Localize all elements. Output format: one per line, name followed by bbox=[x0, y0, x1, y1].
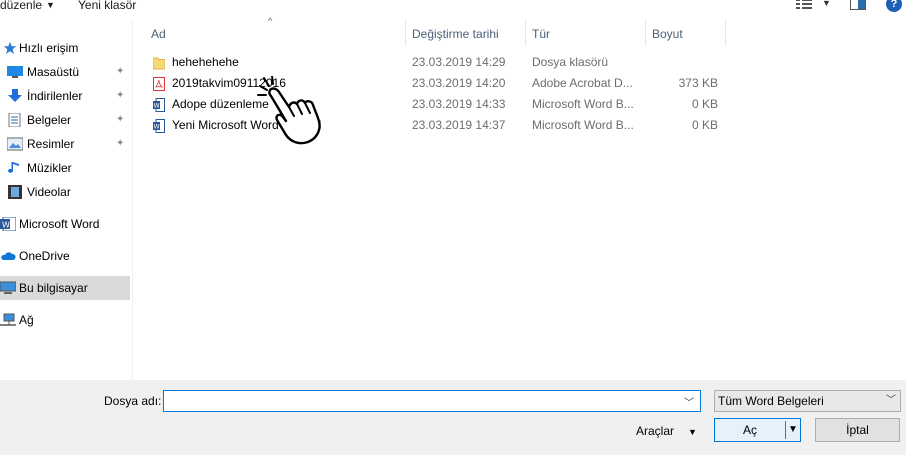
filename-input[interactable] bbox=[163, 390, 701, 412]
nav-item-label: Masaüstü bbox=[27, 65, 80, 79]
column-separator[interactable] bbox=[645, 20, 646, 46]
pin-icon[interactable]: ✦ bbox=[116, 84, 124, 108]
pin-icon[interactable]: ✦ bbox=[116, 132, 124, 156]
file-row[interactable]: hehehehehe 23.03.2019 14:29 Dosya klasör… bbox=[147, 52, 727, 73]
caret-down-icon: ▼ bbox=[688, 427, 697, 437]
view-list-icon bbox=[796, 0, 812, 9]
file-date: 23.03.2019 14:20 bbox=[412, 76, 506, 90]
tools-menu-button[interactable]: Araçlar ▼ bbox=[636, 424, 697, 438]
file-row[interactable]: W Yeni Microsoft Word Belgesi 23.03.2019… bbox=[147, 115, 727, 136]
svg-text:W: W bbox=[154, 103, 160, 110]
column-header-size[interactable]: Boyut bbox=[652, 20, 683, 46]
chevron-down-icon: ﹀ bbox=[886, 395, 896, 406]
nav-item-label: Microsoft Word bbox=[19, 217, 100, 231]
nav-item-label: İndirilenler bbox=[27, 89, 83, 103]
nav-item-this-pc[interactable]: Bu bilgisayar bbox=[0, 276, 130, 300]
file-type: Microsoft Word B... bbox=[532, 118, 634, 132]
dialog-footer: Dosya adı: ﹀ Tüm Word Belgeleri ﹀ Araçla… bbox=[0, 380, 906, 455]
open-label: Aç bbox=[742, 423, 757, 437]
pin-icon[interactable]: ✦ bbox=[116, 108, 124, 132]
nav-item-microsoft-word[interactable]: W Microsoft Word bbox=[0, 212, 130, 236]
file-date: 23.03.2019 14:37 bbox=[412, 118, 506, 132]
nav-item-downloads[interactable]: İndirilenler ✦ bbox=[0, 84, 130, 108]
nav-item-documents[interactable]: Belgeler ✦ bbox=[0, 108, 130, 132]
new-folder-button[interactable]: Yeni klasör bbox=[78, 0, 136, 12]
nav-item-label: Müzikler bbox=[27, 161, 72, 175]
nav-item-label: Bu bilgisayar bbox=[19, 281, 88, 295]
change-view-button[interactable]: ▼ bbox=[796, 0, 832, 12]
open-button[interactable]: Aç ▼ bbox=[714, 418, 801, 442]
nav-item-onedrive[interactable]: OneDrive bbox=[0, 244, 130, 268]
desktop-icon bbox=[7, 66, 23, 78]
pictures-icon bbox=[7, 137, 23, 151]
word-doc-icon: W bbox=[153, 98, 165, 112]
split-divider bbox=[785, 421, 786, 439]
nav-item-label: Videolar bbox=[27, 185, 71, 199]
file-type-filter-value: Tüm Word Belgeleri bbox=[718, 394, 824, 408]
file-size: 0 KB bbox=[691, 118, 718, 132]
column-header-type[interactable]: Tür bbox=[532, 20, 550, 46]
file-date: 23.03.2019 14:29 bbox=[412, 55, 506, 69]
file-type: Adobe Acrobat D... bbox=[532, 76, 633, 90]
pin-icon[interactable]: ✦ bbox=[116, 60, 124, 84]
file-type: Microsoft Word B... bbox=[532, 97, 634, 111]
folder-icon bbox=[153, 57, 165, 70]
column-separator[interactable] bbox=[525, 20, 526, 46]
nav-item-music[interactable]: Müzikler bbox=[0, 156, 130, 180]
music-icon bbox=[8, 162, 19, 173]
nav-item-label: Ağ bbox=[19, 313, 34, 327]
chevron-down-icon: ▼ bbox=[46, 0, 55, 10]
navigation-pane: Hızlı erişim Masaüstü ✦ İndirilenler ✦ B… bbox=[0, 20, 133, 380]
file-type-filter-select[interactable]: Tüm Word Belgeleri ﹀ bbox=[714, 390, 901, 412]
documents-icon bbox=[8, 113, 21, 127]
nav-item-label: Hızlı erişim bbox=[19, 41, 79, 55]
chevron-down-icon[interactable]: ﹀ bbox=[684, 394, 694, 409]
nav-item-videos[interactable]: Videolar bbox=[0, 180, 130, 204]
cancel-button[interactable]: İptal bbox=[815, 418, 900, 442]
file-row[interactable]: 2019takvim09112016 23.03.2019 14:20 Adob… bbox=[147, 73, 727, 94]
file-type: Dosya klasörü bbox=[532, 55, 609, 69]
download-icon bbox=[8, 89, 22, 102]
nav-item-desktop[interactable]: Masaüstü ✦ bbox=[0, 60, 130, 84]
nav-item-pictures[interactable]: Resimler ✦ bbox=[0, 132, 130, 156]
file-row[interactable]: W Adope düzenleme 23.03.2019 14:33 Micro… bbox=[147, 94, 727, 115]
nav-item-network[interactable]: Ağ bbox=[0, 308, 130, 332]
file-name: hehehehehe bbox=[172, 55, 239, 69]
star-icon bbox=[3, 41, 17, 55]
tools-label: Araçlar bbox=[636, 424, 675, 438]
help-icon[interactable]: ? bbox=[886, 0, 902, 12]
svg-text:W: W bbox=[2, 221, 10, 230]
word-icon: W bbox=[0, 217, 16, 231]
organize-label: düzenle bbox=[0, 0, 43, 12]
word-doc-icon: W bbox=[153, 119, 165, 133]
file-list: ^ Ad Değiştirme tarihi Tür Boyut heheheh… bbox=[133, 16, 906, 380]
file-date: 23.03.2019 14:33 bbox=[412, 97, 506, 111]
computer-icon bbox=[0, 281, 16, 294]
column-separator[interactable] bbox=[405, 20, 406, 46]
svg-text:W: W bbox=[154, 124, 160, 131]
onedrive-icon bbox=[1, 252, 16, 260]
hand-pointer-icon bbox=[257, 76, 321, 145]
network-icon bbox=[0, 313, 16, 326]
nav-item-label: Belgeler bbox=[27, 113, 72, 127]
filename-label: Dosya adı: bbox=[104, 394, 162, 408]
preview-pane-button[interactable] bbox=[850, 0, 866, 10]
nav-item-label: Resimler bbox=[27, 137, 75, 151]
organize-menu-button[interactable]: düzenle ▼ bbox=[0, 0, 55, 12]
command-bar: düzenle ▼ Yeni klasör ▼ ? bbox=[0, 0, 906, 14]
open-options-dropdown-icon[interactable]: ▼ bbox=[788, 419, 798, 441]
pdf-icon bbox=[153, 77, 165, 91]
chevron-down-icon: ▼ bbox=[822, 0, 831, 8]
videos-icon bbox=[8, 185, 22, 199]
column-header-name[interactable]: Ad bbox=[151, 20, 166, 46]
column-separator[interactable] bbox=[725, 20, 726, 46]
nav-item-quick-access[interactable]: Hızlı erişim bbox=[0, 36, 130, 60]
file-size: 373 KB bbox=[678, 76, 718, 90]
column-header-date[interactable]: Değiştirme tarihi bbox=[412, 20, 499, 46]
nav-item-label: OneDrive bbox=[19, 249, 70, 263]
file-size: 0 KB bbox=[691, 97, 718, 111]
sort-ascending-icon: ^ bbox=[268, 16, 273, 26]
